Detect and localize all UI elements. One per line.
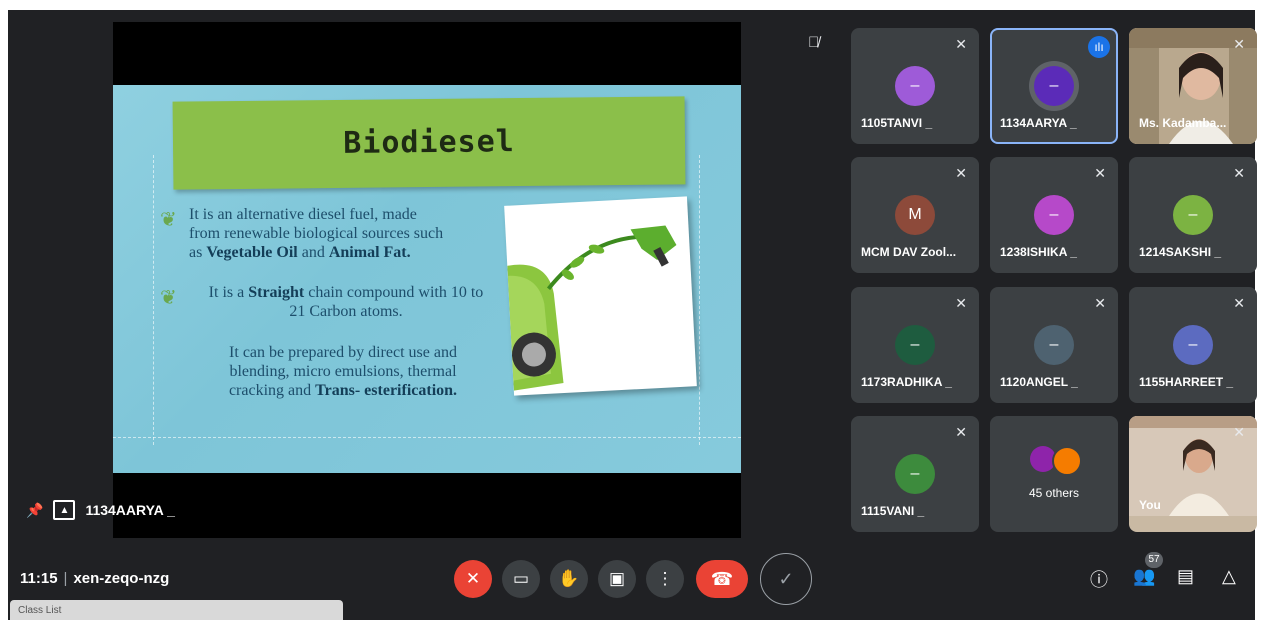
chat-icon[interactable]: ▤ bbox=[1177, 566, 1194, 587]
activities-icon[interactable]: △ bbox=[1222, 566, 1236, 587]
people-icon[interactable]: 👥 bbox=[1133, 566, 1155, 587]
mic-off-icon: ✕ bbox=[1233, 36, 1245, 52]
separator: | bbox=[63, 570, 68, 587]
participant-name: You bbox=[1139, 498, 1161, 512]
participant-tile[interactable]: ✕ – 1115VANI _ bbox=[851, 416, 979, 532]
participant-name: 1173RADHIKA _ bbox=[861, 375, 952, 389]
mic-off-icon: ✕ bbox=[1233, 295, 1245, 311]
avatar: – bbox=[895, 454, 935, 494]
presenting-icon: ▲ bbox=[53, 500, 76, 520]
mic-off-icon: ✕ bbox=[955, 295, 967, 311]
mic-off-icon: ✕ bbox=[955, 36, 967, 52]
meeting-details-icon[interactable]: ⓘ bbox=[1090, 566, 1108, 592]
avatar: – bbox=[895, 66, 935, 106]
bullet-2: It is a Straight chain compound with 10 … bbox=[208, 284, 484, 320]
speaking-indicator-icon: ılı bbox=[1088, 36, 1110, 58]
mic-off-icon: ✕ bbox=[955, 165, 967, 181]
avatar: – bbox=[1034, 66, 1074, 106]
bullet-1: It is an alternative diesel fuel, made f… bbox=[189, 206, 444, 261]
taskbar: Class List bbox=[10, 600, 343, 620]
mic-off-icon: ✕ bbox=[1094, 165, 1106, 181]
avatar: – bbox=[1034, 195, 1074, 235]
participant-name: 1134AARYA _ bbox=[1000, 116, 1077, 130]
camera-toggle-button[interactable]: ▭ bbox=[502, 560, 540, 598]
slide-title-banner: Biodiesel bbox=[172, 96, 686, 190]
leaf-bullet-icon: ❦ bbox=[160, 209, 177, 231]
leaf-bullet-icon: ❦ bbox=[160, 287, 177, 309]
mic-off-icon: ✕ bbox=[1233, 165, 1245, 181]
participant-name: Ms. Kadamba... bbox=[1139, 116, 1227, 130]
mic-off-icon: ✕ bbox=[955, 424, 967, 440]
meeting-code: xen-zeqo-nzg bbox=[73, 570, 170, 587]
participant-name: MCM DAV Zool... bbox=[861, 245, 957, 259]
window-frame-top bbox=[0, 0, 1263, 10]
avatar: – bbox=[1173, 325, 1213, 365]
participant-name: 1238ISHIKA _ bbox=[1000, 245, 1077, 259]
others-tile[interactable]: 45 others bbox=[990, 416, 1118, 532]
participant-name: 1115VANI _ bbox=[861, 504, 925, 518]
window-frame-left bbox=[0, 0, 8, 620]
slide-title: Biodiesel bbox=[343, 124, 515, 161]
mic-off-icon: 🎙̸ bbox=[808, 34, 820, 51]
clock: 11:15 bbox=[20, 570, 58, 587]
biodiesel-car-image bbox=[504, 196, 697, 396]
participant-tile[interactable]: ✕ – 1105TANVI _ bbox=[851, 28, 979, 144]
participant-video-tile[interactable]: ✕ Ms. Kadamba... bbox=[1129, 28, 1257, 144]
taskbar-label[interactable]: Class List bbox=[18, 605, 61, 616]
others-label: 45 others bbox=[1028, 486, 1080, 500]
paragraph: It can be prepared by direct use and ble… bbox=[228, 344, 458, 399]
meeting-info: 11:15 | xen-zeqo-nzg bbox=[20, 570, 169, 587]
participant-tile[interactable]: ✕ – 1173RADHIKA _ bbox=[851, 287, 979, 403]
check-overlay-icon: ✓ bbox=[760, 553, 812, 605]
participant-name: 1105TANVI _ bbox=[861, 116, 933, 130]
participant-name: 1214SAKSHI _ bbox=[1139, 245, 1222, 259]
slide-border-decoration bbox=[113, 437, 741, 438]
avatar bbox=[1052, 446, 1082, 476]
slide: Biodiesel ❦ It is an alternative diesel … bbox=[113, 85, 741, 473]
participant-tile[interactable]: ✕ – 1155HARREET _ bbox=[1129, 287, 1257, 403]
participant-tile-active[interactable]: ılı – 1134AARYA _ bbox=[990, 28, 1118, 144]
more-options-button[interactable]: ⋮ bbox=[646, 560, 684, 598]
avatar: M bbox=[895, 195, 935, 235]
avatar: – bbox=[1173, 195, 1213, 235]
mic-toggle-button[interactable]: ✕ bbox=[454, 560, 492, 598]
participant-tile[interactable]: ✕ – 1238ISHIKA _ bbox=[990, 157, 1118, 273]
participant-tile[interactable]: ✕ – 1120ANGEL _ bbox=[990, 287, 1118, 403]
raise-hand-button[interactable]: ✋ bbox=[550, 560, 588, 598]
pin-icon[interactable]: 📌 bbox=[26, 502, 43, 519]
presenter-label: 📌 ▲ 1134AARYA _ bbox=[26, 500, 175, 520]
avatar: – bbox=[1034, 325, 1074, 365]
mic-off-icon: ✕ bbox=[1233, 424, 1245, 440]
participant-tile[interactable]: ✕ M MCM DAV Zool... bbox=[851, 157, 979, 273]
self-video-tile[interactable]: ✕ You bbox=[1129, 416, 1257, 532]
present-screen-button[interactable]: ▣ bbox=[598, 560, 636, 598]
participant-name: 1155HARREET _ bbox=[1139, 375, 1234, 389]
participant-name: 1120ANGEL _ bbox=[1000, 375, 1078, 389]
avatar: – bbox=[895, 325, 935, 365]
presenter-name: 1134AARYA _ bbox=[85, 502, 175, 518]
end-call-button[interactable]: ☎ bbox=[696, 560, 748, 598]
participant-tile[interactable]: ✕ – 1214SAKSHI _ bbox=[1129, 157, 1257, 273]
mic-off-icon: ✕ bbox=[1094, 295, 1106, 311]
